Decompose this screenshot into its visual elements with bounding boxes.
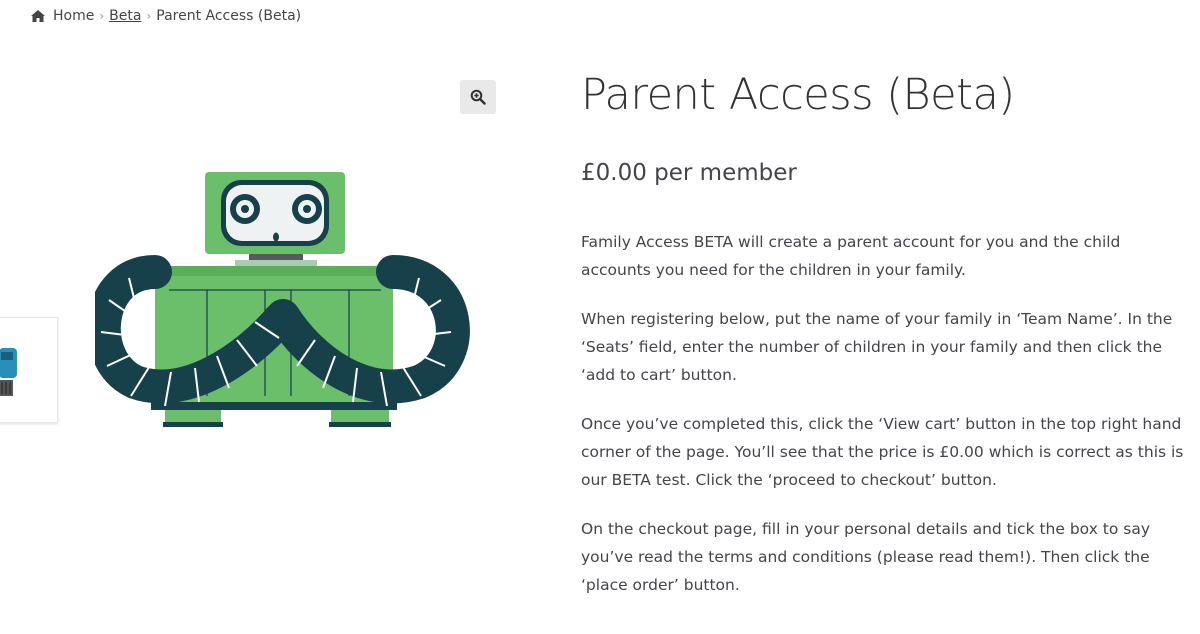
chevron-right-icon: › <box>146 9 152 23</box>
robot-illustration <box>86 172 470 427</box>
product-summary: Parent Access (Beta) £0.00 per member Fa… <box>581 60 1191 620</box>
breadcrumb-beta-link[interactable]: Beta <box>109 8 141 24</box>
robot-thumbnail-image <box>0 348 17 396</box>
product-price: £0.00 per member <box>581 160 797 186</box>
zoom-in-icon <box>470 89 486 105</box>
product-description: Family Access BETA will create a parent … <box>581 228 1191 599</box>
breadcrumb: Home › Beta › Parent Access (Beta) <box>30 8 301 24</box>
breadcrumb-home-link[interactable]: Home <box>53 8 94 24</box>
gallery-thumbnail[interactable] <box>0 317 58 423</box>
description-paragraph: When registering below, put the name of … <box>581 310 1173 384</box>
description-paragraph: Once you’ve completed this, click the ‘V… <box>581 415 1184 489</box>
description-paragraph: On the checkout page, fill in your perso… <box>581 520 1151 594</box>
home-icon <box>31 10 45 22</box>
product-title: Parent Access (Beta) <box>581 70 1015 120</box>
breadcrumb-current: Parent Access (Beta) <box>156 8 302 24</box>
chevron-right-icon: › <box>99 9 105 23</box>
product-image[interactable] <box>86 160 475 440</box>
description-paragraph: Family Access BETA will create a parent … <box>581 233 1121 279</box>
zoom-button[interactable] <box>460 80 496 114</box>
